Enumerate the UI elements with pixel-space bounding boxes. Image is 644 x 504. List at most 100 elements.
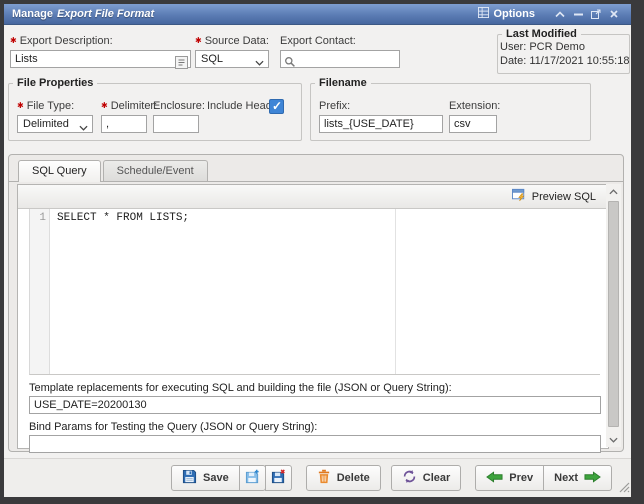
next-label: Next [554, 472, 578, 484]
minus-icon [574, 13, 583, 16]
file-type-selected-value: Delimited [23, 118, 69, 130]
filename-legend: Filename [315, 77, 371, 89]
export-description-input[interactable] [10, 50, 191, 68]
preview-sql-icon [512, 188, 527, 206]
minimize-button[interactable] [569, 7, 587, 21]
arrow-right-icon [584, 471, 601, 486]
last-modified-user: User: PCR Demo [500, 41, 629, 53]
editor-gutter: 1 [30, 209, 50, 374]
bind-params-input[interactable] [29, 435, 601, 453]
enclosure-input[interactable] [153, 115, 199, 133]
template-replacements-label: Template replacements for executing SQL … [29, 382, 598, 394]
include-header-checkbox[interactable] [269, 99, 284, 114]
extension-label: Extension: [449, 100, 500, 112]
delete-button[interactable]: Delete [306, 465, 381, 491]
manage-export-dialog: Manage Export File Format Options [4, 4, 631, 497]
file-properties-legend: File Properties [13, 77, 97, 89]
chevron-up-icon [555, 11, 565, 18]
text-expand-icon[interactable] [175, 56, 188, 72]
footer-toolbar: Save Delete [4, 458, 631, 497]
preview-sql-label: Preview SQL [532, 191, 596, 203]
source-data-field: ✱Source Data: SQL [195, 35, 269, 68]
sql-editor[interactable]: 1 SELECT * FROM LISTS; [29, 209, 600, 375]
tab-schedule-event[interactable]: Schedule/Event [103, 160, 208, 181]
save-new-floppy-icon [245, 469, 260, 487]
export-contact-input[interactable] [280, 50, 400, 68]
prefix-label: Prefix: [319, 100, 350, 112]
close-icon [610, 10, 618, 18]
search-icon [284, 56, 296, 71]
sql-toolbar: Preview SQL [18, 185, 608, 209]
required-asterisk-icon: ✱ [101, 101, 108, 110]
clear-button[interactable]: Clear [391, 465, 462, 491]
editor-line-number: 1 [30, 212, 46, 224]
options-grid-icon [478, 7, 489, 21]
file-type-label: ✱File Type: [17, 100, 74, 112]
required-asterisk-icon: ✱ [17, 101, 24, 110]
save-label: Save [203, 472, 229, 484]
file-properties-panel: File Properties ✱File Type: Delimited ✱D… [8, 77, 302, 141]
bind-params-label: Bind Params for Testing the Query (JSON … [29, 421, 598, 433]
required-asterisk-icon: ✱ [195, 36, 202, 45]
save-and-new-button[interactable] [239, 465, 266, 491]
scroll-down-button[interactable] [606, 432, 621, 447]
trash-icon [317, 469, 331, 487]
popout-button[interactable] [587, 7, 605, 21]
close-button[interactable] [605, 7, 623, 21]
delimiter-input[interactable] [101, 115, 147, 133]
editor-code[interactable]: SELECT * FROM LISTS; [50, 209, 600, 374]
export-contact-label: Export Contact: [280, 35, 400, 47]
popout-icon [591, 9, 601, 19]
export-description-label: ✱Export Description: [10, 35, 191, 47]
chevron-down-icon [609, 434, 618, 446]
scroll-up-button[interactable] [606, 184, 621, 199]
arrow-left-icon [486, 471, 503, 486]
export-description-field: ✱Export Description: [10, 35, 191, 68]
editor-margin-line [395, 209, 396, 374]
query-tab-panel: SQL Query Schedule/Event Preview SQL 1 [8, 154, 624, 452]
extension-input[interactable] [449, 115, 497, 133]
title-bar[interactable]: Manage Export File Format Options [4, 4, 631, 25]
preview-sql-button[interactable]: Preview SQL [508, 186, 600, 208]
tab-bar: SQL Query Schedule/Event [9, 155, 623, 182]
prev-label: Prev [509, 472, 533, 484]
delete-label: Delete [337, 472, 370, 484]
collapse-button[interactable] [551, 7, 569, 21]
export-contact-field: Export Contact: [280, 35, 400, 68]
options-button[interactable]: Options [478, 7, 535, 21]
window-frame: Manage Export File Format Options [0, 0, 644, 504]
dialog-title-emphasis: Export File Format [57, 8, 154, 20]
save-and-close-button[interactable] [265, 465, 292, 491]
scrollbar-thumb[interactable] [608, 201, 619, 427]
last-modified-panel: Last Modified User: PCR Demo Date: 11/17… [497, 28, 630, 74]
next-button[interactable]: Next [543, 465, 612, 491]
options-label: Options [493, 8, 535, 20]
save-button[interactable]: Save [171, 465, 240, 491]
last-modified-date: Date: 11/17/2021 10:55:18 [500, 55, 629, 67]
file-type-select[interactable]: Delimited [17, 115, 93, 133]
save-close-floppy-icon [271, 469, 286, 487]
enclosure-label: Enclosure: [153, 100, 205, 112]
filename-panel: Filename Prefix: Extension: [310, 77, 591, 141]
refresh-icon [402, 469, 417, 487]
dialog-title: Manage Export File Format [12, 8, 154, 20]
dialog-title-prefix: Manage [12, 8, 53, 20]
source-data-selected-value: SQL [201, 53, 223, 65]
resize-grip[interactable] [619, 482, 630, 496]
vertical-scrollbar[interactable] [606, 184, 621, 447]
source-data-label: ✱Source Data: [195, 35, 269, 47]
tab-sql-query[interactable]: SQL Query [18, 160, 101, 182]
source-data-select[interactable]: SQL [195, 50, 269, 68]
delimiter-label: ✱Delimiter: [101, 100, 157, 112]
clear-label: Clear [423, 472, 451, 484]
template-replacements-input[interactable] [29, 396, 601, 414]
chevron-down-icon [255, 57, 264, 69]
prefix-input[interactable] [319, 115, 443, 133]
chevron-up-icon [609, 186, 618, 198]
save-floppy-icon [182, 469, 197, 487]
prev-button[interactable]: Prev [475, 465, 544, 491]
required-asterisk-icon: ✱ [10, 36, 17, 45]
sql-query-content: Preview SQL 1 SELECT * FROM LISTS; Templ… [17, 184, 609, 449]
chevron-down-icon [79, 122, 88, 134]
last-modified-legend: Last Modified [502, 28, 581, 40]
